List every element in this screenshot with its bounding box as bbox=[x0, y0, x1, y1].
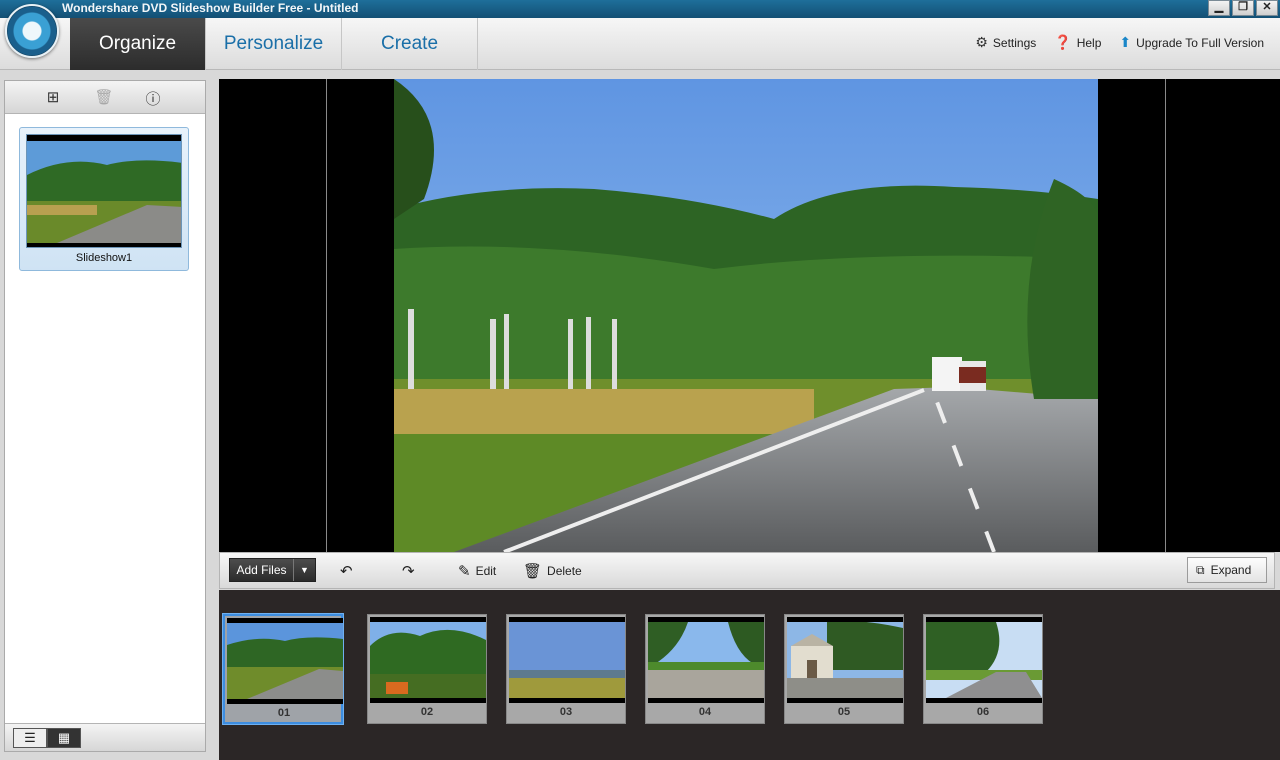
main-header: Organize Personalize Create ⚙ Settings ❓… bbox=[0, 4, 1280, 70]
add-files-button[interactable]: Add Files ▼ bbox=[229, 558, 316, 582]
delete-label: Delete bbox=[547, 564, 582, 578]
gear-icon: ⚙ bbox=[975, 34, 988, 50]
maximize-button[interactable]: ❐ bbox=[1232, 0, 1254, 16]
view-toolbar: ☰ ▦ bbox=[5, 723, 205, 751]
add-slideshow-icon[interactable]: ⊞ bbox=[43, 88, 63, 108]
frame-thumbnail bbox=[227, 618, 343, 704]
frame-number: 02 bbox=[420, 706, 434, 718]
expand-label: Expand bbox=[1210, 563, 1252, 577]
slideshow-list-panel: ⊞ 🗑 ⓘ Slideshow1 ☰ ▦ bbox=[4, 80, 206, 752]
delete-button[interactable]: 🗑 Delete bbox=[523, 562, 582, 580]
help-link[interactable]: ❓ Help bbox=[1054, 34, 1101, 51]
slideshow-name: Slideshow1 bbox=[75, 252, 133, 264]
app-logo-disc-icon[interactable] bbox=[5, 4, 59, 58]
upgrade-arrow-icon: ⬆ bbox=[1119, 34, 1132, 50]
frame-number: 05 bbox=[837, 706, 851, 718]
list-view-icon[interactable]: ☰ bbox=[13, 728, 47, 748]
frame-number: 01 bbox=[277, 707, 291, 719]
rotate-left-icon: ↶ bbox=[340, 563, 353, 580]
upgrade-label: Upgrade To Full Version bbox=[1136, 35, 1264, 50]
safe-area-guide-left bbox=[326, 79, 327, 552]
frame-thumbnail bbox=[648, 617, 764, 703]
frame-number: 06 bbox=[976, 706, 990, 718]
timeline-frame[interactable]: 06 bbox=[923, 614, 1043, 724]
expand-icon: ⧉ bbox=[1196, 562, 1205, 577]
info-icon[interactable]: ⓘ bbox=[143, 88, 163, 108]
settings-label: Settings bbox=[992, 35, 1037, 50]
timeline-frame[interactable]: 02 bbox=[367, 614, 487, 724]
rotate-left-button[interactable]: ↶ bbox=[340, 562, 353, 580]
help-label: Help bbox=[1076, 35, 1102, 50]
frame-thumbnail bbox=[787, 617, 903, 703]
timeline-frame[interactable]: 04 bbox=[645, 614, 765, 724]
frame-number: 03 bbox=[559, 706, 573, 718]
window-controls: ▁ ❐ ✕ bbox=[1208, 0, 1278, 16]
minimize-button[interactable]: ▁ bbox=[1208, 0, 1230, 16]
timeline-frame[interactable]: 05 bbox=[784, 614, 904, 724]
frame-number: 04 bbox=[698, 706, 712, 718]
preview-area bbox=[219, 79, 1280, 552]
trash-icon[interactable]: 🗑 bbox=[94, 88, 114, 108]
frame-thumbnail bbox=[509, 617, 625, 703]
media-toolbar: Add Files ▼ ↶ ↷ ✎ Edit 🗑 Delete ⧉ Expand bbox=[219, 552, 1275, 589]
window-title: Wondershare DVD Slideshow Builder Free -… bbox=[62, 1, 359, 15]
edit-button[interactable]: ✎ Edit bbox=[458, 562, 496, 580]
safe-area-guide-right bbox=[1165, 79, 1166, 552]
timeline-frame[interactable]: 03 bbox=[506, 614, 626, 724]
add-files-label: Add Files bbox=[236, 563, 287, 577]
rotate-right-icon: ↷ bbox=[402, 563, 415, 580]
pencil-icon: ✎ bbox=[458, 563, 471, 580]
tab-create[interactable]: Create bbox=[342, 18, 478, 70]
expand-button[interactable]: ⧉ Expand bbox=[1187, 557, 1267, 583]
question-icon: ❓ bbox=[1054, 34, 1072, 50]
trash-icon: 🗑 bbox=[523, 563, 543, 580]
chevron-down-icon[interactable]: ▼ bbox=[293, 559, 315, 581]
timeline-frame[interactable]: 01 bbox=[223, 614, 343, 724]
slideshow-toolbar: ⊞ 🗑 ⓘ bbox=[5, 81, 205, 114]
grid-view-icon[interactable]: ▦ bbox=[47, 728, 81, 748]
edit-label: Edit bbox=[475, 564, 497, 578]
frame-thumbnail bbox=[926, 617, 1042, 703]
storyboard-timeline: 01 02 03 04 05 06 bbox=[219, 590, 1280, 760]
title-bar: Wondershare DVD Slideshow Builder Free -… bbox=[0, 0, 1280, 18]
close-button[interactable]: ✕ bbox=[1256, 0, 1278, 16]
frame-thumbnail bbox=[370, 617, 486, 703]
slideshow-thumbnail bbox=[26, 134, 182, 248]
upgrade-link[interactable]: ⬆ Upgrade To Full Version bbox=[1119, 34, 1264, 51]
rotate-right-button[interactable]: ↷ bbox=[402, 562, 415, 580]
slideshow-item[interactable]: Slideshow1 bbox=[19, 127, 189, 271]
preview-image bbox=[394, 79, 1098, 552]
tab-personalize[interactable]: Personalize bbox=[206, 18, 342, 70]
tab-organize[interactable]: Organize bbox=[70, 18, 206, 70]
settings-link[interactable]: ⚙ Settings bbox=[975, 34, 1036, 51]
